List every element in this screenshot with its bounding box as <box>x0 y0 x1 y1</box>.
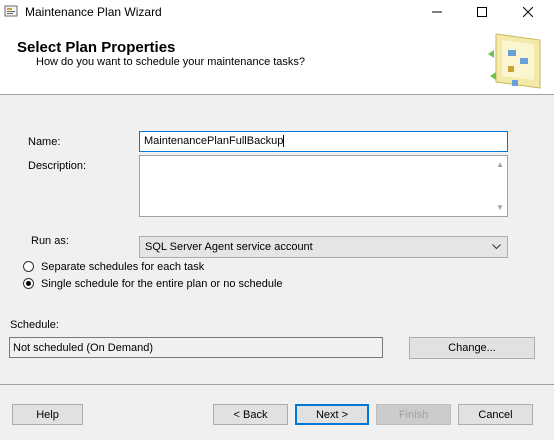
scroll-down-icon[interactable]: ▼ <box>496 203 504 212</box>
minimize-icon <box>432 11 442 13</box>
change-schedule-button[interactable]: Change... <box>409 337 535 359</box>
footer-divider <box>0 384 554 385</box>
name-value: MaintenancePlanFullBackup <box>144 135 284 147</box>
wizard-banner-icon <box>488 33 541 89</box>
runas-select[interactable]: SQL Server Agent service account <box>139 236 508 258</box>
schedule-display: Not scheduled (On Demand) <box>9 337 383 358</box>
help-button[interactable]: Help <box>12 404 83 425</box>
name-field[interactable]: MaintenancePlanFullBackup <box>139 131 508 152</box>
name-label: Name: <box>28 136 61 148</box>
runas-value: SQL Server Agent service account <box>145 241 313 253</box>
cancel-button[interactable]: Cancel <box>458 404 533 425</box>
radio-single-schedule[interactable] <box>23 278 34 289</box>
close-icon <box>523 7 533 17</box>
radio-separate-label: Separate schedules for each task <box>41 261 205 273</box>
schedule-value: Not scheduled (On Demand) <box>13 342 154 354</box>
finish-button: Finish <box>376 404 451 425</box>
title-bar: Maintenance Plan Wizard <box>0 0 554 24</box>
minimize-button[interactable] <box>414 0 460 24</box>
description-field[interactable]: ▲ ▼ <box>139 155 508 217</box>
runas-label: Run as: <box>31 235 69 247</box>
wizard-header: Select Plan Properties How do you want t… <box>0 24 554 95</box>
description-label: Description: <box>28 160 87 172</box>
page-title: Select Plan Properties <box>17 39 176 56</box>
radio-single-label: Single schedule for the entire plan or n… <box>41 278 283 290</box>
wizard-app-icon <box>4 5 18 17</box>
next-button[interactable]: Next > <box>295 404 369 425</box>
window-title: Maintenance Plan Wizard <box>25 5 162 19</box>
page-subtitle: How do you want to schedule your mainten… <box>36 56 306 68</box>
radio-separate-schedules[interactable] <box>23 261 34 272</box>
maximize-button[interactable] <box>459 0 505 24</box>
schedule-label: Schedule: <box>10 319 59 331</box>
maximize-icon <box>477 7 487 17</box>
back-button[interactable]: < Back <box>213 404 288 425</box>
close-button[interactable] <box>505 0 551 24</box>
scroll-up-icon[interactable]: ▲ <box>496 160 504 169</box>
chevron-down-icon <box>492 244 501 250</box>
